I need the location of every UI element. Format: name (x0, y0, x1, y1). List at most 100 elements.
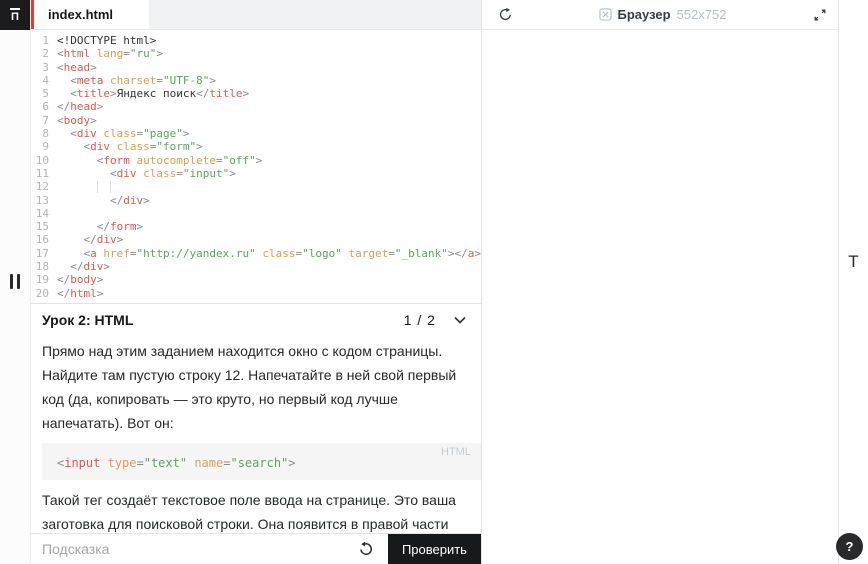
line-number: 11 (35, 166, 49, 180)
line-number: 13 (35, 193, 49, 207)
editor-panel: index.html 1 <!DOCTYPE html> 2 <html lang="… (31, 0, 482, 564)
tab-label: index.html (48, 7, 114, 22)
right-rail: T (838, 0, 868, 564)
code-line[interactable]: 1 <!DOCTYPE html> (31, 34, 481, 47)
line-number: 15 (35, 220, 49, 234)
line-number: 16 (35, 233, 49, 247)
lesson-header: Урок 2: HTML 1 / 2 (42, 311, 469, 329)
indent-guide (96, 181, 98, 193)
lesson-paragraph: Прямо над этим заданием находится окно с… (42, 343, 457, 431)
browser-title-group: Браузер 552x752 (513, 7, 812, 22)
lesson-panel: Урок 2: HTML 1 / 2 Прямо над этим задани… (31, 303, 481, 533)
line-number: 12 (35, 180, 49, 194)
code-line[interactable]: 11 <div class="input"> (31, 167, 481, 180)
line-number: 17 (35, 246, 49, 260)
logo-bar-icon (10, 8, 20, 10)
code-text: <div class="form"> (83, 140, 203, 154)
code-text: </body> (57, 273, 104, 287)
app-root: П index.html 1 <!DOCTYPE html> 2 <html lang… (0, 0, 868, 564)
hint-button[interactable]: Подсказка (42, 541, 109, 557)
code-text: <body> (57, 113, 97, 127)
code-text: <form autocomplete="off"> (96, 153, 263, 167)
line-number: 6 (42, 100, 49, 114)
lesson-title: Урок 2: HTML (42, 312, 134, 328)
code-line[interactable]: 7 <body> (31, 114, 481, 127)
code-line[interactable]: 14 (31, 207, 481, 220)
help-label: ? (845, 539, 854, 554)
line-number: 10 (35, 153, 49, 167)
expand-icon[interactable] (812, 7, 828, 23)
lesson-pager: 1 / 2 (403, 312, 436, 328)
browser-title: Браузер (617, 7, 671, 22)
line-number: 3 (42, 60, 49, 74)
browser-panel: Браузер 552x752 (481, 0, 838, 564)
text-size-tool[interactable]: T (839, 252, 868, 272)
code-text: <head> (57, 60, 97, 74)
panel-drag-handle-icon[interactable] (0, 274, 30, 289)
left-rail: П (0, 0, 31, 564)
browser-viewport (481, 30, 838, 564)
line-number: 18 (35, 260, 49, 274)
praktikum-logo[interactable]: П (0, 0, 30, 30)
tab-bar: index.html (31, 0, 481, 30)
line-number: 7 (42, 113, 49, 127)
indent-guide (109, 181, 111, 193)
chevron-down-icon[interactable] (453, 316, 467, 325)
code-line[interactable]: 17 <a href="http://yandex.ru" class="log… (31, 247, 481, 260)
code-text: </div> (70, 260, 110, 274)
code-language-badge: HTML (441, 446, 471, 458)
code-line[interactable]: 12 (31, 180, 481, 193)
line-number: 2 (42, 47, 49, 61)
line-number: 9 (42, 140, 49, 154)
code-line[interactable]: 10 <form autocomplete="off"> (31, 154, 481, 167)
code-line[interactable]: 3 <head> (31, 61, 481, 74)
help-button[interactable]: ? (836, 533, 863, 560)
code-text: <html lang="ru"> (57, 47, 163, 61)
code-line[interactable]: 16 </div> (31, 233, 481, 246)
code-text: </form> (96, 220, 144, 234)
code-line[interactable]: 6 </head> (31, 100, 481, 113)
code-line[interactable]: 2 <html lang="ru"> (31, 47, 481, 60)
lesson-paragraph: Такой тег создаёт текстовое поле ввода н… (42, 492, 456, 532)
line-number: 5 (42, 87, 49, 101)
code-line[interactable]: 4 <meta charset="UTF-8"> (31, 74, 481, 87)
viewport-icon (598, 8, 612, 21)
reset-icon[interactable] (358, 541, 374, 557)
lesson-code-line: <input type="text" name="search"> (57, 456, 296, 470)
line-number: 1 (42, 34, 49, 47)
code-text: <meta charset="UTF-8"> (70, 73, 216, 87)
code-text: </div> (109, 193, 150, 207)
line-number: 14 (35, 206, 49, 220)
code-text: <div class="input"> (109, 166, 236, 180)
check-button[interactable]: Проверить (387, 534, 481, 564)
code-text: <a href="http://yandex.ru" class="logo" … (83, 246, 481, 260)
line-number: 19 (35, 273, 49, 287)
code-text: </html> (57, 286, 104, 300)
browser-header: Браузер 552x752 (481, 0, 838, 30)
footer-bar: Подсказка Проверить (31, 533, 481, 564)
code-text (57, 180, 481, 193)
refresh-icon[interactable] (498, 7, 513, 22)
code-editor[interactable]: 1 <!DOCTYPE html> 2 <html lang="ru"> 3 <head>… (31, 30, 481, 303)
code-line[interactable]: 18 </div> (31, 260, 481, 273)
lesson-code-block: HTML <input type="text" name="search"> (42, 443, 481, 480)
tab-index-html[interactable]: index.html (34, 0, 149, 29)
code-text: <title>Яндекс поиск</title> (70, 87, 250, 101)
code-line[interactable]: 13 </div> (31, 194, 481, 207)
code-text: <!DOCTYPE html> (57, 34, 157, 47)
code-line[interactable]: 5 <title>Яндекс поиск</title> (31, 87, 481, 100)
line-number: 8 (42, 127, 49, 141)
code-line[interactable]: 9 <div class="form"> (31, 140, 481, 153)
code-line[interactable]: 20 </html> (31, 287, 481, 300)
browser-viewport-size: 552x752 (676, 7, 727, 22)
code-line[interactable]: 19 </body> (31, 273, 481, 286)
code-lines: 1 <!DOCTYPE html> 2 <html lang="ru"> 3 <head>… (31, 34, 481, 300)
code-text: <div class="page"> (70, 127, 190, 141)
line-number: 20 (35, 286, 49, 300)
logo-glyph: П (11, 11, 19, 23)
line-number: 4 (42, 73, 49, 87)
code-line[interactable]: 8 <div class="page"> (31, 127, 481, 140)
code-text: </head> (57, 100, 104, 114)
code-line[interactable]: 15 </form> (31, 220, 481, 233)
